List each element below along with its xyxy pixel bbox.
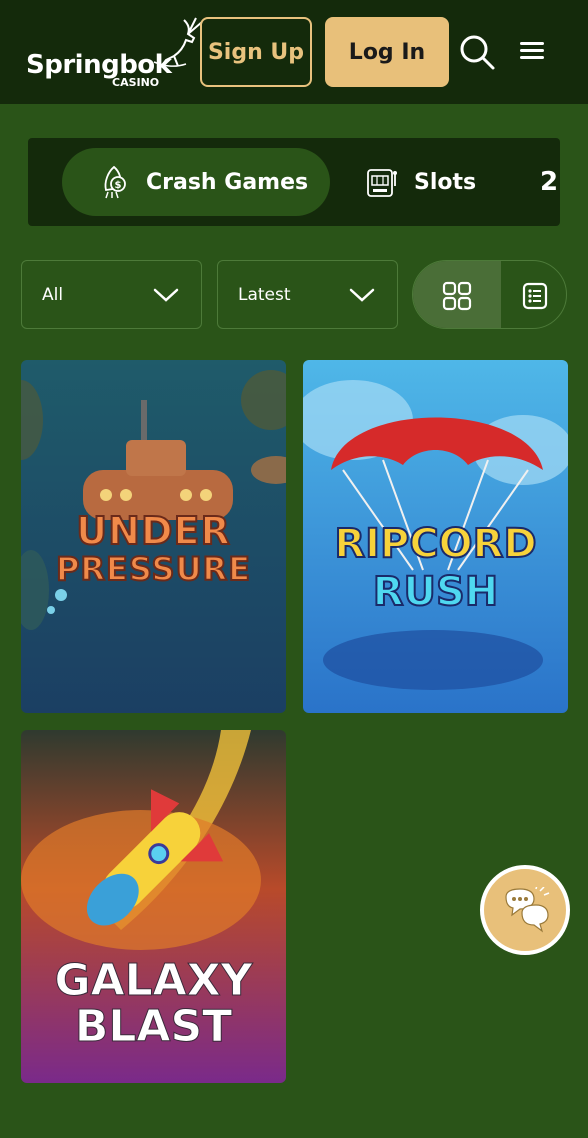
tab-next-partial[interactable]: 2 bbox=[540, 148, 558, 216]
tab-crash-games-label: Crash Games bbox=[146, 169, 309, 195]
game-title-line1: GALAXY bbox=[54, 955, 253, 1006]
game-title: GALAXY BLAST bbox=[21, 955, 286, 1052]
type-filter-value: All bbox=[42, 284, 64, 305]
game-title-line2: BLAST bbox=[74, 1001, 233, 1052]
springbok-logo[interactable]: Springbok CASINO bbox=[26, 16, 203, 90]
category-tabs: $ Crash Games Slots 2 bbox=[28, 138, 560, 226]
grid-icon bbox=[442, 281, 472, 310]
chat-bubbles-icon bbox=[505, 887, 550, 933]
game-tile-under-pressure[interactable]: UNDER PRESSURE bbox=[21, 360, 286, 713]
grid-view-button[interactable] bbox=[413, 261, 501, 328]
live-chat-button[interactable] bbox=[480, 865, 570, 955]
site-header: Springbok CASINO Sign Up Log In bbox=[0, 0, 588, 104]
menu-icon[interactable] bbox=[518, 40, 546, 64]
chevron-down-icon bbox=[349, 288, 375, 302]
sort-value: Latest bbox=[238, 284, 291, 305]
game-tile-ripcord-rush[interactable]: RIPCORD RUSH bbox=[303, 360, 568, 713]
game-title-line1: RIPCORD bbox=[333, 520, 537, 568]
chevron-down-icon bbox=[153, 288, 179, 302]
tab-slots-label: Slots bbox=[414, 169, 477, 195]
game-title-line1: UNDER bbox=[75, 509, 231, 553]
svg-text:$: $ bbox=[115, 180, 122, 191]
view-toggle bbox=[412, 260, 567, 329]
rocket-coin-icon: $ bbox=[104, 165, 126, 199]
game-tile-galaxy-blast[interactable]: GALAXY BLAST bbox=[21, 730, 286, 1083]
game-title-line2: RUSH bbox=[372, 568, 500, 616]
log-in-button[interactable]: Log In bbox=[325, 17, 449, 87]
slot-machine-icon bbox=[367, 169, 397, 197]
type-filter-dropdown[interactable]: All bbox=[21, 260, 202, 329]
game-title: RIPCORD RUSH bbox=[303, 520, 568, 616]
search-icon[interactable] bbox=[458, 33, 496, 71]
tab-slots[interactable]: Slots bbox=[364, 148, 476, 216]
list-icon bbox=[522, 282, 547, 309]
list-view-button[interactable] bbox=[501, 261, 566, 328]
tab-next-label: 2 bbox=[540, 167, 559, 197]
game-title: UNDER PRESSURE bbox=[21, 509, 286, 589]
game-title-line2: PRESSURE bbox=[55, 549, 252, 589]
sign-up-button[interactable]: Sign Up bbox=[200, 17, 312, 87]
tab-crash-games[interactable]: $ Crash Games bbox=[96, 148, 308, 216]
sort-dropdown[interactable]: Latest bbox=[217, 260, 398, 329]
logo-sub: CASINO bbox=[112, 76, 160, 89]
